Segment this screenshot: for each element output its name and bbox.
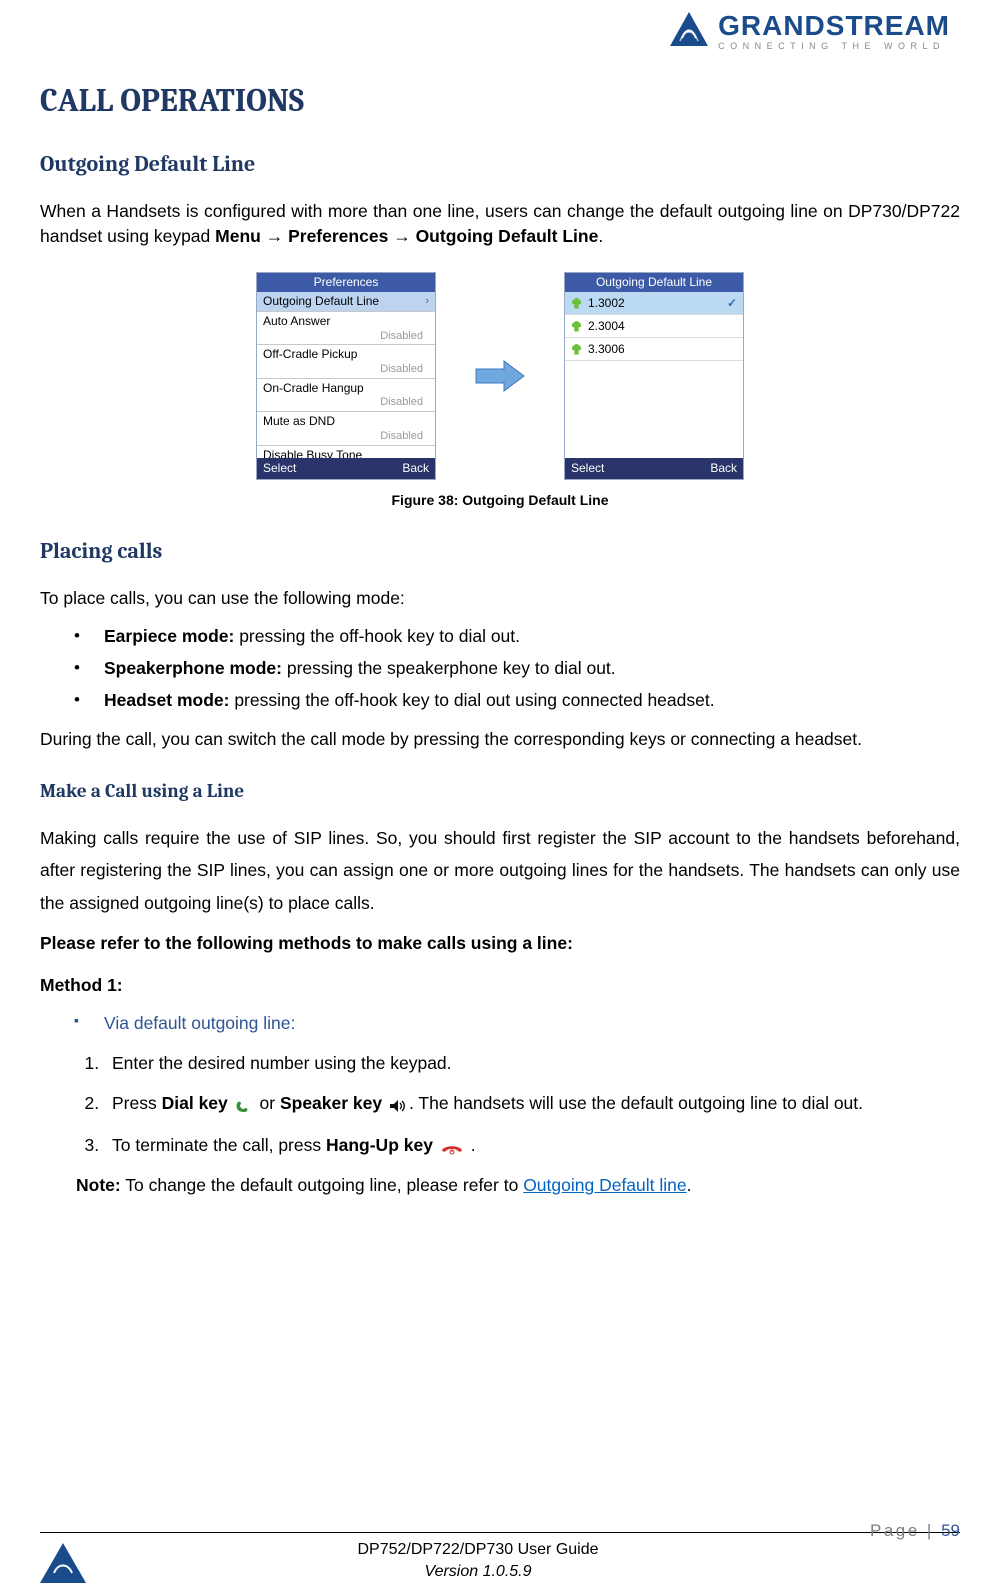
via-default-line-list: Via default outgoing line: xyxy=(40,1010,960,1036)
dial-key-icon xyxy=(233,1092,255,1118)
arrow-icon xyxy=(393,226,411,246)
method-1-note: Note: To change the default outgoing lin… xyxy=(76,1175,960,1196)
arrow-right-icon xyxy=(472,356,528,396)
method-1-steps: Enter the desired number using the keypa… xyxy=(76,1050,960,1159)
section-placing-calls: Placing calls xyxy=(40,538,960,564)
make-call-ref: Please refer to the following methods to… xyxy=(40,931,960,956)
section-outgoing-default-line: Outgoing Default Line xyxy=(40,151,960,177)
preferences-screen: Preferences Outgoing Default Line › Auto… xyxy=(256,272,436,480)
header-logo: GRANDSTREAM CONNECTING THE WORLD xyxy=(40,10,960,52)
footer-logo-icon xyxy=(40,1543,86,1588)
step-2: Press Dial key or Speaker key . The hand… xyxy=(104,1090,960,1118)
line-row-3: 3.3006 xyxy=(565,338,743,361)
hangup-key-icon xyxy=(438,1133,466,1159)
method-1-label: Method 1: xyxy=(40,973,960,998)
make-call-para: Making calls require the use of SIP line… xyxy=(40,822,960,919)
page-footer: DP752/DP722/DP730 User Guide Version 1.0… xyxy=(0,1532,1000,1588)
pref-row-mute-as-dnd: Mute as DND Disabled xyxy=(257,412,435,445)
softkey-back: Back xyxy=(402,461,429,475)
footer-page-number: Page | 59 xyxy=(870,1521,960,1541)
logo-tagline-text: CONNECTING THE WORLD xyxy=(718,42,950,51)
list-item: Earpiece mode: pressing the off-hook key… xyxy=(40,623,960,649)
figure-screenshots: Preferences Outgoing Default Line › Auto… xyxy=(40,272,960,480)
speaker-key-icon xyxy=(387,1092,409,1118)
figure-caption: Figure 38: Outgoing Default Line xyxy=(40,492,960,508)
footer-version: Version 1.0.5.9 xyxy=(86,1561,870,1583)
softkey-select: Select xyxy=(571,461,604,475)
list-item: Speakerphone mode: pressing the speakerp… xyxy=(40,655,960,681)
pref-row-disable-busy-tone: Disable Busy Tone xyxy=(257,446,435,458)
line-row-1: 1.3002 ✓ xyxy=(565,292,743,315)
outgoing-default-line-link[interactable]: Outgoing Default line xyxy=(523,1175,686,1195)
check-icon: ✓ xyxy=(727,296,737,310)
pref-row-on-cradle-hangup: On-Cradle Hangup Disabled xyxy=(257,379,435,412)
softkey-back: Back xyxy=(710,461,737,475)
section-make-call-using-line: Make a Call using a Line xyxy=(40,780,960,802)
step-1: Enter the desired number using the keypa… xyxy=(104,1050,960,1076)
person-icon xyxy=(571,298,582,309)
line-row-2: 2.3004 xyxy=(565,315,743,338)
softkey-select: Select xyxy=(263,461,296,475)
outgoing-default-line-screen: Outgoing Default Line 1.3002 ✓ 2.3004 3.… xyxy=(564,272,744,480)
footer-guide-title: DP752/DP722/DP730 User Guide xyxy=(86,1539,870,1561)
step-3: To terminate the call, press Hang-Up key… xyxy=(104,1132,960,1160)
pref-row-auto-answer: Auto Answer Disabled xyxy=(257,312,435,345)
call-modes-list: Earpiece mode: pressing the off-hook key… xyxy=(40,623,960,714)
arrow-icon xyxy=(266,226,284,246)
outgoing-default-line-intro: When a Handsets is configured with more … xyxy=(40,199,960,248)
list-item: Headset mode: pressing the off-hook key … xyxy=(40,687,960,713)
screen-title: Outgoing Default Line xyxy=(565,273,743,292)
placing-calls-intro: To place calls, you can use the followin… xyxy=(40,586,960,611)
pref-row-outgoing-default-line: Outgoing Default Line › xyxy=(257,292,435,312)
via-default-outgoing-line: Via default outgoing line: xyxy=(40,1010,960,1036)
page-title: CALL OPERATIONS xyxy=(40,82,960,119)
screen-title: Preferences xyxy=(257,273,435,292)
person-icon xyxy=(571,321,582,332)
chevron-right-icon: › xyxy=(425,295,429,308)
placing-calls-outro: During the call, you can switch the call… xyxy=(40,727,960,752)
grandstream-logo-icon xyxy=(668,10,710,52)
person-icon xyxy=(571,344,582,355)
pref-row-off-cradle-pickup: Off-Cradle Pickup Disabled xyxy=(257,345,435,378)
logo-brand-text: GRANDSTREAM xyxy=(718,12,950,40)
